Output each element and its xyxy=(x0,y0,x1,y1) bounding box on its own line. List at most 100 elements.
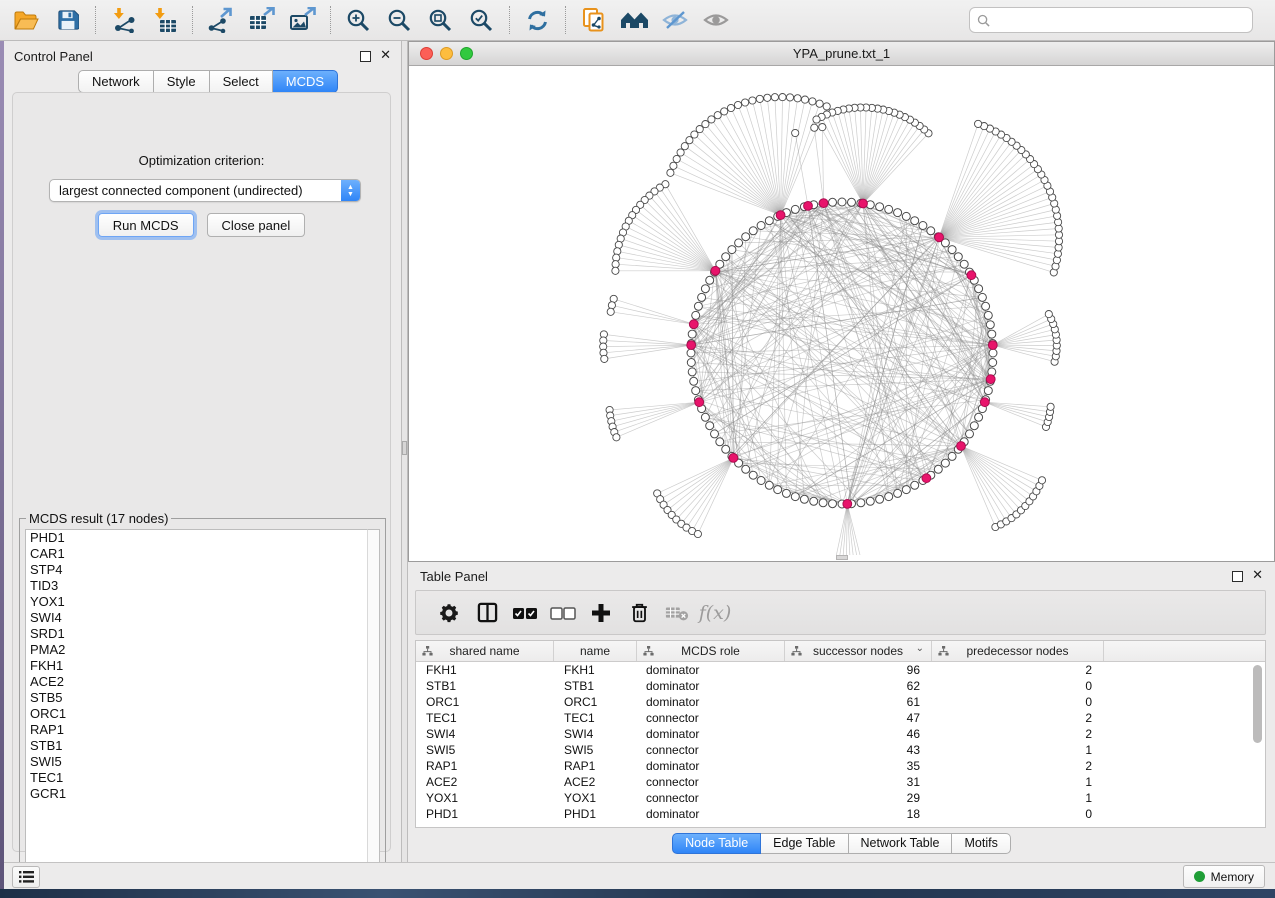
table-row[interactable]: YOX1YOX1connector291 xyxy=(416,790,1265,806)
graph-mcds-hub-node[interactable] xyxy=(935,233,944,242)
graph-leaf-node[interactable] xyxy=(613,434,620,441)
graph-leaf-node[interactable] xyxy=(608,302,615,309)
table-row[interactable]: ORC1ORC1dominator610 xyxy=(416,694,1265,710)
graph-ring-node[interactable] xyxy=(986,321,994,329)
graph-ring-node[interactable] xyxy=(810,497,818,505)
close-panel-button[interactable]: Close panel xyxy=(207,213,306,237)
graph-ring-node[interactable] xyxy=(989,349,997,357)
graph-mcds-hub-node[interactable] xyxy=(819,199,828,208)
graph-leaf-node[interactable] xyxy=(794,95,801,102)
graph-leaf-node[interactable] xyxy=(756,95,763,102)
graph-ring-node[interactable] xyxy=(885,205,893,213)
mcds-result-item[interactable]: RAP1 xyxy=(26,722,367,738)
deselect-all-rows-icon[interactable] xyxy=(544,595,582,631)
graph-ring-node[interactable] xyxy=(902,486,910,494)
graph-ring-node[interactable] xyxy=(948,246,956,254)
graph-ring-node[interactable] xyxy=(711,430,719,438)
graph-mcds-hub-node[interactable] xyxy=(859,199,868,208)
graph-ring-node[interactable] xyxy=(765,481,773,489)
import-network-icon[interactable] xyxy=(103,3,144,37)
show-column-panel-icon[interactable] xyxy=(468,595,506,631)
graph-ring-node[interactable] xyxy=(982,302,990,310)
tab-mcds[interactable]: MCDS xyxy=(273,70,338,93)
graph-ring-node[interactable] xyxy=(876,495,884,503)
graph-ring-node[interactable] xyxy=(911,217,919,225)
table-row[interactable]: SWI4SWI4dominator462 xyxy=(416,726,1265,742)
mcds-result-item[interactable]: SWI5 xyxy=(26,754,367,770)
memory-button[interactable]: Memory xyxy=(1183,865,1265,888)
graph-ring-node[interactable] xyxy=(934,465,942,473)
graph-ring-node[interactable] xyxy=(688,368,696,376)
graph-mcds-hub-node[interactable] xyxy=(988,341,997,350)
table-row[interactable]: RAP1RAP1dominator352 xyxy=(416,758,1265,774)
zoom-fit-icon[interactable] xyxy=(420,3,461,37)
graph-ring-node[interactable] xyxy=(722,253,730,261)
graph-leaf-node[interactable] xyxy=(1047,403,1054,410)
graph-ring-node[interactable] xyxy=(829,198,837,206)
clone-network-icon[interactable] xyxy=(573,3,614,37)
graph-ring-node[interactable] xyxy=(885,493,893,501)
graph-ring-node[interactable] xyxy=(978,293,986,301)
open-file-icon[interactable] xyxy=(6,3,47,37)
graph-ring-node[interactable] xyxy=(701,413,709,421)
delete-table-icon[interactable] xyxy=(658,595,696,631)
search-input[interactable] xyxy=(969,7,1253,33)
graph-leaf-node[interactable] xyxy=(607,308,614,315)
graph-mcds-hub-node[interactable] xyxy=(957,442,966,451)
network-canvas[interactable] xyxy=(409,66,1274,555)
graph-leaf-node[interactable] xyxy=(742,99,749,106)
graph-ring-node[interactable] xyxy=(687,349,695,357)
graph-ring-node[interactable] xyxy=(690,377,698,385)
graph-ring-node[interactable] xyxy=(919,222,927,230)
graph-mcds-hub-node[interactable] xyxy=(804,202,813,211)
graph-ring-node[interactable] xyxy=(749,227,757,235)
graph-ring-node[interactable] xyxy=(966,430,974,438)
graph-mcds-hub-node[interactable] xyxy=(922,474,931,483)
graph-ring-node[interactable] xyxy=(984,387,992,395)
tab-edge-table[interactable]: Edge Table xyxy=(761,833,848,854)
graph-leaf-node[interactable] xyxy=(1045,311,1052,318)
mcds-result-item[interactable]: PHD1 xyxy=(26,530,367,546)
graph-ring-node[interactable] xyxy=(989,359,997,367)
graph-mcds-hub-node[interactable] xyxy=(986,375,995,384)
import-table-icon[interactable] xyxy=(144,3,185,37)
column-header-shared-name[interactable]: shared name xyxy=(416,641,554,661)
graph-ring-node[interactable] xyxy=(848,198,856,206)
graph-ring-node[interactable] xyxy=(701,285,709,293)
graph-mcds-hub-node[interactable] xyxy=(711,266,720,275)
graph-ring-node[interactable] xyxy=(698,293,706,301)
graph-mcds-hub-node[interactable] xyxy=(695,398,704,407)
graph-ring-node[interactable] xyxy=(791,205,799,213)
graph-ring-node[interactable] xyxy=(735,239,743,247)
graph-leaf-node[interactable] xyxy=(816,100,823,107)
save-session-icon[interactable] xyxy=(47,3,88,37)
mcds-result-item[interactable]: CAR1 xyxy=(26,546,367,562)
mcds-result-item[interactable]: SRD1 xyxy=(26,626,367,642)
refresh-layout-icon[interactable] xyxy=(517,3,558,37)
graph-ring-node[interactable] xyxy=(911,481,919,489)
mcds-result-item[interactable]: SWI4 xyxy=(26,610,367,626)
graph-leaf-node[interactable] xyxy=(771,94,778,101)
graph-ring-node[interactable] xyxy=(894,209,902,217)
graph-leaf-node[interactable] xyxy=(601,355,608,362)
mcds-result-item[interactable]: GCR1 xyxy=(26,786,367,802)
splitter-grip[interactable] xyxy=(402,441,407,455)
export-image-icon[interactable] xyxy=(282,3,323,37)
graph-leaf-node[interactable] xyxy=(749,97,756,104)
table-settings-icon[interactable] xyxy=(430,595,468,631)
mcds-result-item[interactable]: FKH1 xyxy=(26,658,367,674)
graph-ring-node[interactable] xyxy=(728,246,736,254)
graph-leaf-node[interactable] xyxy=(612,267,619,274)
graph-ring-node[interactable] xyxy=(988,330,996,338)
task-history-button[interactable] xyxy=(12,866,40,888)
graph-ring-node[interactable] xyxy=(757,222,765,230)
graph-mcds-hub-node[interactable] xyxy=(687,341,696,350)
graph-ring-node[interactable] xyxy=(716,438,724,446)
graph-mcds-hub-node[interactable] xyxy=(980,398,989,407)
graph-mcds-hub-node[interactable] xyxy=(689,320,698,329)
graph-ring-node[interactable] xyxy=(742,465,750,473)
column-header-successor-nodes[interactable]: successor nodes ⌄ xyxy=(785,641,932,661)
graph-ring-node[interactable] xyxy=(692,387,700,395)
graph-ring-node[interactable] xyxy=(941,459,949,467)
graph-ring-node[interactable] xyxy=(765,217,773,225)
